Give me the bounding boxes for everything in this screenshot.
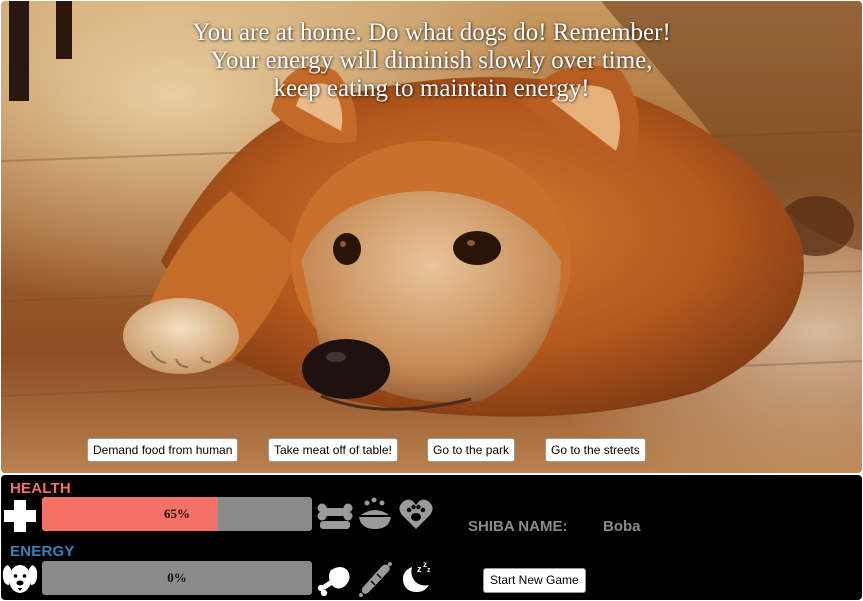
health-bar: 65% <box>42 497 312 531</box>
food-bowl-icon <box>359 497 391 529</box>
energy-percent: 0% <box>167 570 187 585</box>
health-percent: 65% <box>164 506 190 521</box>
take-meat-button[interactable]: Take meat off of table! <box>268 438 398 462</box>
shiba-name-label: SHIBA NAME: <box>468 518 568 535</box>
go-to-streets-button[interactable]: Go to the streets <box>545 438 646 462</box>
medical-cross-icon <box>4 500 36 532</box>
scene-message-line: You are at home. Do what dogs do! Rememb… <box>192 19 671 46</box>
sausage-icon <box>359 562 392 597</box>
bone-icon <box>317 503 353 529</box>
shiba-name-value: Boba <box>603 518 641 535</box>
demand-food-button[interactable]: Demand food from human <box>87 438 239 462</box>
status-panel: HEALTH 65% SHIBA NAME: Boba ENERGY 0% z … <box>1 475 862 600</box>
sleep-moon-icon: z z z <box>402 560 431 592</box>
scene-message-line: keep eating to maintain energy! <box>273 75 590 102</box>
svg-text:z: z <box>427 567 431 574</box>
scene-message: You are at home. Do what dogs do! Rememb… <box>1 19 862 103</box>
start-new-game-button[interactable]: Start New Game <box>483 568 586 593</box>
health-title: HEALTH <box>10 480 71 497</box>
dog-face-icon <box>2 565 38 593</box>
paw-heart-icon <box>399 499 433 529</box>
game-scene: You are at home. Do what dogs do! Rememb… <box>1 1 862 473</box>
energy-title: ENERGY <box>10 543 75 560</box>
meat-icon <box>317 567 350 596</box>
svg-text:z: z <box>417 564 422 574</box>
go-to-park-button[interactable]: Go to the park <box>427 438 516 462</box>
scene-message-line: Your energy will diminish slowly over ti… <box>210 47 653 74</box>
energy-bar: 0% <box>42 561 312 595</box>
